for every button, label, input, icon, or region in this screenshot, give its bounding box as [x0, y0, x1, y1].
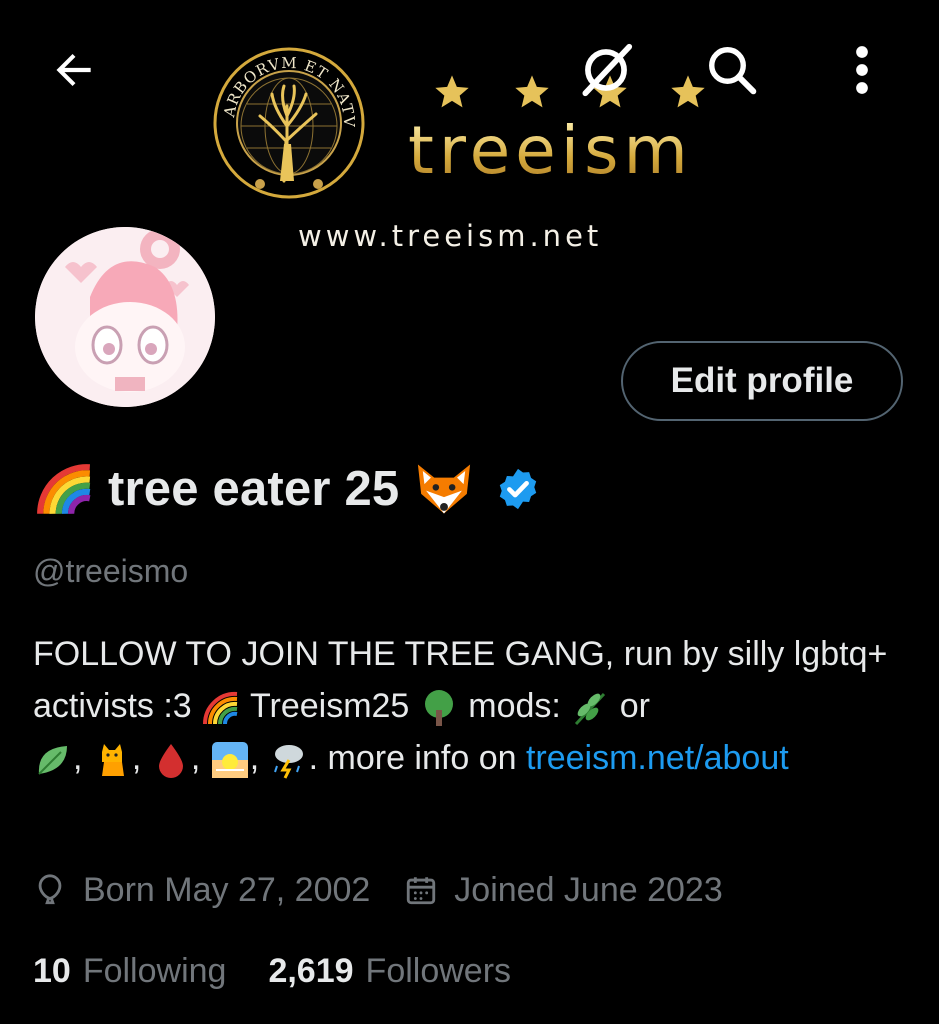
leaf-icon	[38, 746, 67, 775]
rainbow-icon	[203, 692, 238, 725]
seal-logo: ARBORVM ET NATVRAE LEGIO	[212, 46, 365, 199]
join-date: Joined June 2023	[454, 870, 723, 909]
followers-label: Followers	[365, 951, 512, 990]
followers-count: 2,619	[268, 951, 354, 990]
following-count: 10	[33, 951, 71, 990]
more-button[interactable]	[830, 38, 894, 102]
cat-icon	[101, 744, 124, 777]
following-label: Following	[82, 951, 227, 990]
bio-sep: ,	[131, 739, 151, 777]
sunrise-icon	[211, 742, 248, 779]
profile-meta: Born May 27, 2002 Joined June 2023	[33, 866, 723, 914]
following-link[interactable]: 10 Following	[33, 952, 226, 991]
bio-link[interactable]: treeism.net/about	[526, 739, 789, 777]
slashed-circle-icon	[582, 43, 633, 97]
fox-icon	[418, 464, 471, 514]
herb-icon	[575, 692, 606, 726]
handle: @treeismo	[33, 553, 189, 589]
search-icon	[709, 47, 757, 95]
drop-of-blood-icon	[158, 744, 183, 779]
bio-sep: ,	[73, 739, 92, 777]
bio-text: mods:	[458, 687, 571, 725]
more-vertical-icon	[856, 46, 868, 94]
star-icon	[435, 75, 469, 108]
tree-icon	[424, 690, 453, 727]
verified-badge-icon[interactable]	[495, 466, 541, 512]
arrow-left-icon	[56, 53, 91, 87]
back-button[interactable]	[42, 38, 106, 102]
bio-sep: ,	[249, 739, 269, 777]
balloon-icon	[38, 874, 62, 905]
edit-profile-button[interactable]: Edit profile	[621, 341, 903, 421]
birth-date: Born May 27, 2002	[83, 870, 371, 909]
follow-stats: 10 Following 2,619 Followers	[33, 947, 511, 995]
bio: FOLLOW TO JOIN THE TREE GANG, run by sil…	[33, 628, 913, 784]
banner-url: www.treeism.net	[298, 219, 603, 253]
banner-title: treeism	[408, 112, 693, 189]
rainbow-icon	[37, 464, 91, 515]
followers-link[interactable]: 2,619 Followers	[268, 952, 511, 991]
calendar-icon	[407, 877, 436, 905]
bio-text: or	[610, 687, 650, 725]
name-row: tree eater 25	[34, 456, 541, 522]
search-button[interactable]	[700, 38, 764, 102]
star-icon	[515, 75, 549, 108]
bio-text: . more info on	[308, 739, 526, 777]
display-name: tree eater 25	[108, 462, 400, 516]
thunder-cloud-rain-icon	[273, 745, 303, 779]
bio-text: Treeism25	[241, 687, 419, 725]
bio-sep: ,	[190, 739, 210, 777]
grok-button[interactable]	[574, 38, 638, 102]
avatar[interactable]	[32, 224, 218, 410]
